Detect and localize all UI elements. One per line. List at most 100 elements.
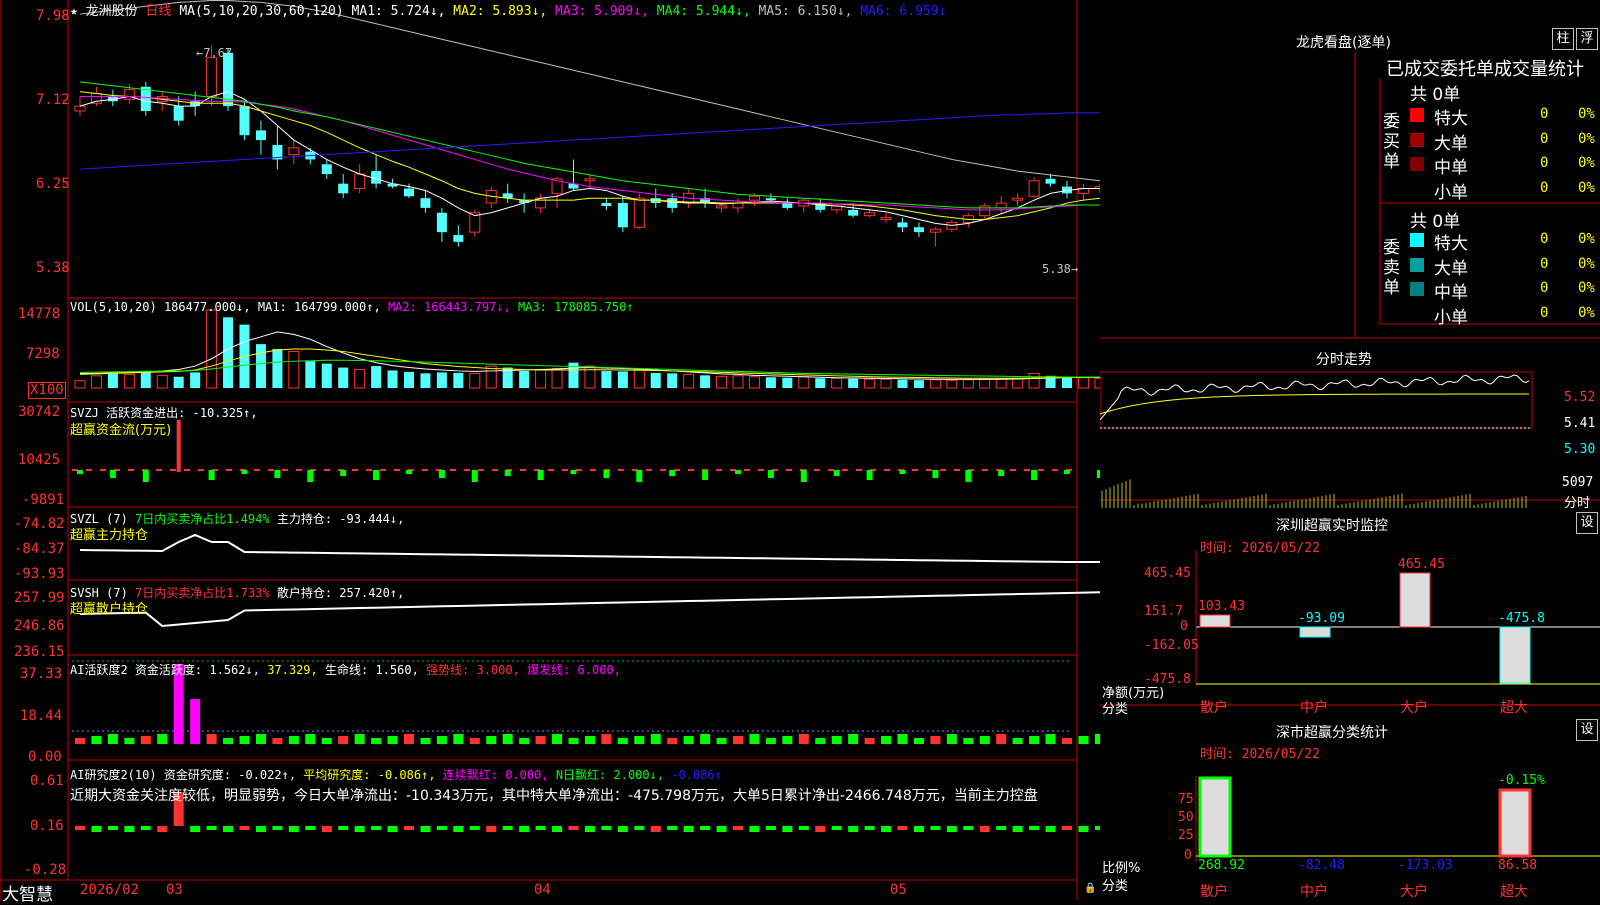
activity-bar (634, 736, 645, 744)
lhb-row-count: 0 (1540, 255, 1549, 272)
sell-label: 委卖单 (1383, 238, 1400, 298)
ma2-value: MA2: 5.893↓, (453, 4, 548, 19)
date-tick: 05 (890, 882, 907, 898)
activity-bar (897, 734, 908, 744)
research-bar (749, 826, 760, 832)
research-bar (683, 826, 694, 832)
intraday-vol-tick: 5097 (1562, 475, 1594, 490)
flow-bar (1031, 470, 1038, 480)
activity-bar (1078, 736, 1089, 744)
svzl-tick: -84.37 (14, 541, 65, 557)
low-annotation: 5.38→ (1042, 262, 1079, 276)
activity-bar (321, 738, 332, 744)
svzl-line: 主力持仓: -93.444↓, (276, 512, 405, 526)
research-bar (881, 826, 892, 832)
flow-bar (702, 470, 709, 480)
activity-bar (206, 734, 217, 744)
svzl-tick: -74.82 (14, 516, 65, 532)
research-bar (1045, 826, 1056, 832)
lhb-swatch (1410, 233, 1424, 247)
main-chart-svg[interactable] (0, 0, 1100, 900)
research-bar (305, 826, 316, 830)
sz-class-tick: 50 (1178, 810, 1194, 825)
vol-tick: 14778 (18, 306, 61, 322)
activity-bar (75, 738, 85, 744)
sz-class-value: -82.48 (1298, 858, 1345, 873)
candle-body (633, 197, 645, 228)
ai1-c: 生命线: 1.560, (325, 663, 419, 677)
ai1-tick: 18.44 (20, 708, 63, 724)
flow-bar (373, 470, 380, 480)
research-bar (75, 826, 85, 830)
period-label[interactable]: 日线 (146, 4, 172, 19)
intraday-title: 分时走势 (1316, 352, 1372, 368)
volume-bar (354, 368, 366, 389)
sz-class-bar (1498, 788, 1532, 858)
svzl-tick: -93.93 (14, 566, 65, 582)
research-bar (486, 826, 497, 832)
activity-bar (124, 738, 135, 744)
intraday-avg-line (1100, 393, 1530, 415)
sz-monitor-settings-button[interactable]: 设 (1576, 512, 1598, 534)
intraday-price-line (1100, 374, 1530, 421)
activity-bar (519, 738, 530, 744)
activity-bar (453, 734, 464, 744)
kline-panel[interactable]: ★ 龙洲股份 日线 MA(5,10,20,30,60,120) MA1: 5.7… (0, 0, 1100, 905)
sz-monitor-category: 散户 (1200, 700, 1228, 716)
research-bar (519, 826, 530, 832)
research-bar (1062, 826, 1072, 830)
lhb-row: 中单 0 0% (1410, 278, 1600, 303)
main-position-line (79, 533, 1100, 563)
research-bar (255, 826, 266, 832)
candle-body (880, 217, 892, 221)
research-bar (584, 826, 595, 832)
lhb-row-label: 特大 (1434, 109, 1468, 129)
volume-bar (913, 380, 924, 388)
svzj-sub: 超赢资金流(万元) (70, 423, 172, 438)
sz-class-settings-button[interactable]: 设 (1576, 719, 1598, 741)
bar-mode-button[interactable]: 柱 (1552, 28, 1574, 50)
svzj-tick: 10425 (18, 452, 61, 468)
flow-bar (406, 470, 412, 474)
candle-body (601, 203, 612, 206)
activity-bar (305, 734, 316, 744)
sz-monitor-value: 103.43 (1198, 599, 1245, 614)
candle-body (239, 106, 250, 136)
ai1-a: 资金活跃度: 1.562↓, (134, 663, 260, 677)
candle-body (453, 235, 464, 242)
activity-bar (716, 738, 727, 744)
candle-body (288, 147, 300, 156)
candle-body (1028, 180, 1040, 197)
float-mode-button[interactable]: 浮 (1576, 28, 1598, 50)
volume-bar (929, 379, 941, 389)
ma-line-MA6 (79, 112, 1100, 170)
sz-class-value: 268.92 (1198, 858, 1245, 873)
activity-bar (354, 734, 365, 744)
volume-bar (404, 371, 414, 388)
activity-bar (387, 736, 398, 744)
research-bar (815, 826, 826, 832)
volume-bar (123, 373, 135, 389)
vol-ma3: MA3: 178085.750↑ (518, 300, 634, 314)
research-bar (979, 826, 990, 832)
sz-class-tick: 75 (1178, 792, 1194, 807)
lhb-row-count: 0 (1540, 106, 1549, 122)
star-icon[interactable]: ★ (70, 4, 78, 19)
intraday-tick: 5.41 (1564, 416, 1596, 431)
candle-body (1012, 197, 1024, 201)
ma4-value: MA4: 5.944↓, (656, 4, 751, 19)
intraday-frame (1100, 371, 1533, 429)
research-bar (1029, 826, 1040, 830)
flow-bar (274, 470, 281, 478)
volume-bar (946, 379, 958, 389)
activity-bar (552, 734, 563, 744)
ai2-title: AI研究度2(10) (70, 768, 157, 782)
lhb-swatch (1410, 257, 1424, 272)
lhb-swatch (1410, 157, 1424, 171)
candle-body (748, 195, 760, 201)
svzj-tick: 30742 (18, 404, 61, 420)
sz-monitor-tick: 465.45 (1144, 566, 1191, 581)
activity-bar (946, 734, 957, 744)
flow-bar (307, 470, 314, 482)
activity-bar (535, 736, 546, 744)
